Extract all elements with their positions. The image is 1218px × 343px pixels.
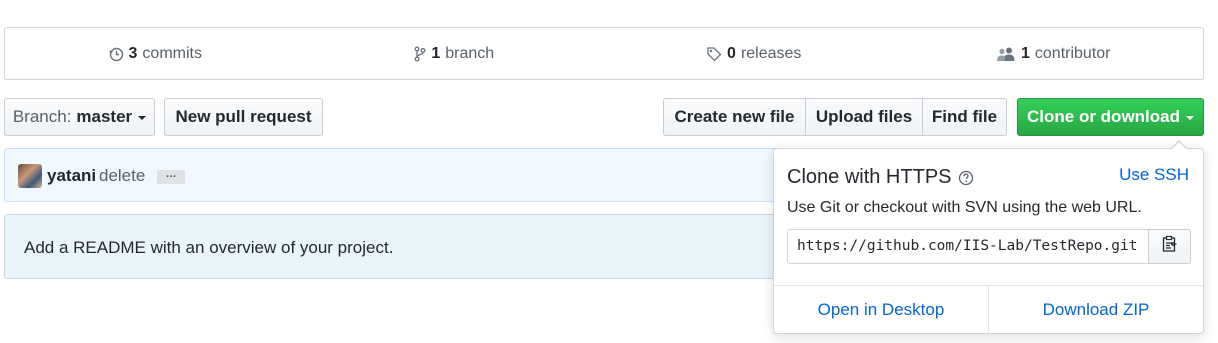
use-ssh-link[interactable]: Use SSH (1119, 165, 1189, 185)
latest-commit-bar: yatani delete … (4, 148, 804, 202)
readme-notice-text: Add a README with an overview of your pr… (24, 238, 394, 257)
caret-down-icon (138, 116, 147, 120)
caret-down-icon (1186, 116, 1194, 120)
new-pull-request-button[interactable]: New pull request (164, 98, 323, 136)
copy-url-button[interactable] (1148, 229, 1191, 264)
commits-stat[interactable]: 3 commits (5, 28, 305, 79)
clone-or-download-label: Clone or download (1027, 107, 1180, 126)
upload-files-button[interactable]: Upload files (805, 98, 923, 136)
clipboard-icon (1162, 235, 1178, 258)
history-icon (108, 46, 124, 62)
commits-count: 3 (128, 44, 138, 62)
clone-or-download-button[interactable]: Clone or download (1017, 98, 1204, 136)
releases-count: 0 (727, 44, 736, 62)
releases-label: releases (740, 44, 802, 62)
create-new-file-button[interactable]: Create new file (663, 98, 806, 136)
clone-dropdown-footer: Open in Desktop Download ZIP (774, 285, 1203, 334)
download-zip-button[interactable]: Download ZIP (988, 286, 1203, 334)
branch-icon (414, 46, 426, 62)
branch-label: Branch: (12, 107, 72, 126)
repo-stats-bar: 3 commits 1 branch 0 releases 1 contribu… (4, 27, 1204, 80)
people-icon (996, 46, 1016, 62)
branches-stat[interactable]: 1 branch (305, 28, 605, 79)
avatar[interactable] (18, 164, 42, 188)
open-in-desktop-button[interactable]: Open in Desktop (774, 286, 988, 334)
contributors-stat[interactable]: 1 contributor (904, 28, 1204, 79)
commit-message[interactable]: delete (99, 166, 145, 186)
branches-label: branch (445, 44, 495, 62)
clone-dropdown-title: Clone with HTTPS (787, 166, 974, 189)
clone-title-text: Clone with HTTPS (787, 166, 952, 188)
commit-author[interactable]: yatani (47, 166, 96, 186)
question-icon[interactable] (958, 170, 974, 186)
branches-count: 1 (431, 44, 441, 62)
branch-value: master (76, 107, 133, 126)
find-file-button[interactable]: Find file (922, 98, 1007, 136)
clone-description: Use Git or checkout with SVN using the w… (787, 199, 1142, 216)
commits-label: commits (142, 44, 202, 62)
releases-stat[interactable]: 0 releases (604, 28, 904, 79)
contributors-label: contributor (1034, 44, 1111, 62)
commit-expand-button[interactable]: … (157, 169, 185, 184)
contributors-count: 1 (1021, 44, 1030, 62)
tag-icon (706, 46, 722, 62)
readme-notice: Add a README with an overview of your pr… (4, 214, 804, 279)
branch-select-button[interactable]: Branch: master (4, 98, 155, 136)
clone-url-input[interactable]: https://github.com/IIS-Lab/TestRepo.git (787, 229, 1149, 264)
file-actions-group: Create new file Upload files Find file (663, 98, 1007, 136)
clone-dropdown: Clone with HTTPS Use SSH Use Git or chec… (773, 140, 1204, 334)
